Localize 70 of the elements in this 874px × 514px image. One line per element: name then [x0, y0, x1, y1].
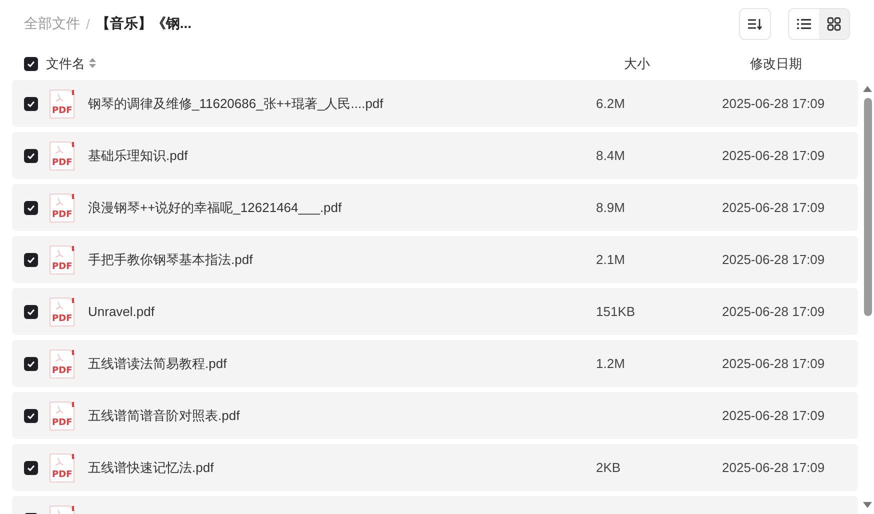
row-checkbox[interactable]	[24, 148, 38, 162]
file-size: 151KB	[596, 304, 636, 319]
modified-date: 2025-06-28 17:09	[722, 356, 825, 371]
file-name: 五线谱简谱音阶对照表.pdf	[88, 406, 241, 424]
file-row[interactable]: PDF Unravel.pdf 151KB 2025-06-28 17:09	[12, 288, 858, 335]
modified-date: 2025-06-28 17:09	[722, 304, 825, 319]
file-row[interactable]: PDF 五线谱快速记忆法.pdf 2KB 2025-06-28 17:09	[12, 444, 858, 491]
file-name: 基础乐理知识.pdf	[88, 146, 189, 164]
pdf-file-icon: PDF	[49, 140, 75, 170]
sort-button[interactable]	[739, 8, 771, 40]
file-size: 8.4M	[596, 148, 626, 163]
breadcrumb-current: 【音乐】《钢...	[96, 15, 192, 33]
file-row[interactable]: PDF 钢琴的调律及维修_11620686_张++琨著_人民....pdf 6.2M 2025-06-28 17:09	[12, 80, 858, 127]
pdf-file-icon: PDF	[49, 348, 75, 378]
file-size: 2.1M	[596, 252, 626, 267]
modified-date: 2025-06-28 17:09	[722, 460, 825, 475]
checkmark-icon	[27, 412, 35, 420]
row-checkbox[interactable]	[24, 200, 38, 214]
pdf-file-icon: PDF	[49, 400, 75, 430]
checkmark-icon	[27, 60, 35, 68]
file-name: 五线谱快速记忆法.pdf	[88, 458, 215, 476]
file-name: 五线谱读法简易教程.pdf	[88, 354, 228, 372]
scroll-down-arrow-icon[interactable]	[863, 502, 872, 508]
pdf-file-icon: PDF	[49, 88, 75, 118]
file-row[interactable]: PDF 浪漫钢琴++说好的幸福呢_12621464___.pdf 8.9M 2025-06-28 17:09	[12, 184, 858, 231]
file-row[interactable]: PDF 五线谱读法简易教程.pdf 1.2M 2025-06-28 17:09	[12, 340, 858, 387]
checkmark-icon	[27, 100, 35, 108]
file-name: 钢琴的调律及维修_11620686_张++琨著_人民....pdf	[88, 94, 384, 112]
scroll-up-arrow-icon[interactable]	[863, 86, 872, 92]
pdf-file-icon: PDF	[49, 192, 75, 222]
file-size: 1.2M	[596, 356, 626, 371]
select-all-checkbox[interactable]	[24, 57, 38, 71]
list-view-icon	[797, 18, 811, 30]
checkmark-icon	[27, 360, 35, 368]
grid-view-icon	[827, 17, 841, 31]
checkmark-icon	[27, 308, 35, 316]
modified-date: 2025-06-28 17:09	[722, 200, 825, 215]
checkmark-icon	[27, 256, 35, 264]
file-name: 手把手教你钢琴基本指法.pdf	[88, 250, 254, 268]
row-checkbox[interactable]	[24, 356, 38, 370]
modified-date: 2025-06-28 17:09	[722, 96, 825, 111]
checkmark-icon	[27, 204, 35, 212]
scrollbar-thumb[interactable]	[864, 98, 872, 316]
pdf-file-icon: PDF	[49, 452, 75, 482]
checkmark-icon	[27, 464, 35, 472]
pdf-file-icon: PDF	[49, 244, 75, 274]
file-name: 浪漫钢琴++说好的幸福呢_12621464___.pdf	[88, 198, 343, 216]
sort-icon	[748, 18, 762, 30]
modified-date: 2025-06-28 17:09	[722, 408, 825, 423]
breadcrumb-separator: /	[86, 16, 90, 32]
column-header: 修改日期	[750, 55, 802, 73]
file-row[interactable]: PDF 手把手教你钢琴基本指法.pdf 2.1M 2025-06-28 17:09	[12, 236, 858, 283]
file-size: 2KB	[596, 460, 622, 475]
file-row[interactable]: PDF 基础乐理知识.pdf 8.4M 2025-06-28 17:09	[12, 132, 858, 179]
row-checkbox[interactable]	[24, 252, 38, 266]
modified-date: 2025-06-28 17:09	[722, 252, 825, 267]
row-checkbox[interactable]	[24, 96, 38, 110]
column-header: 大小	[624, 55, 651, 73]
modified-date: 2025-06-28 17:09	[722, 148, 825, 163]
file-size: 8.9M	[596, 200, 626, 215]
checkmark-icon	[27, 152, 35, 160]
column-header[interactable]: 文件名	[46, 55, 566, 73]
file-size: 6.2M	[596, 96, 626, 111]
list-view-button[interactable]	[789, 9, 819, 39]
file-row[interactable]: PDF 五线谱简谱音阶对照表.pdf 2025-06-28 17:09	[12, 392, 858, 439]
pdf-file-icon: PDF	[49, 296, 75, 326]
file-name: Unravel.pdf	[88, 304, 156, 319]
row-checkbox[interactable]	[24, 304, 38, 318]
row-checkbox[interactable]	[24, 408, 38, 422]
row-checkbox[interactable]	[24, 460, 38, 474]
